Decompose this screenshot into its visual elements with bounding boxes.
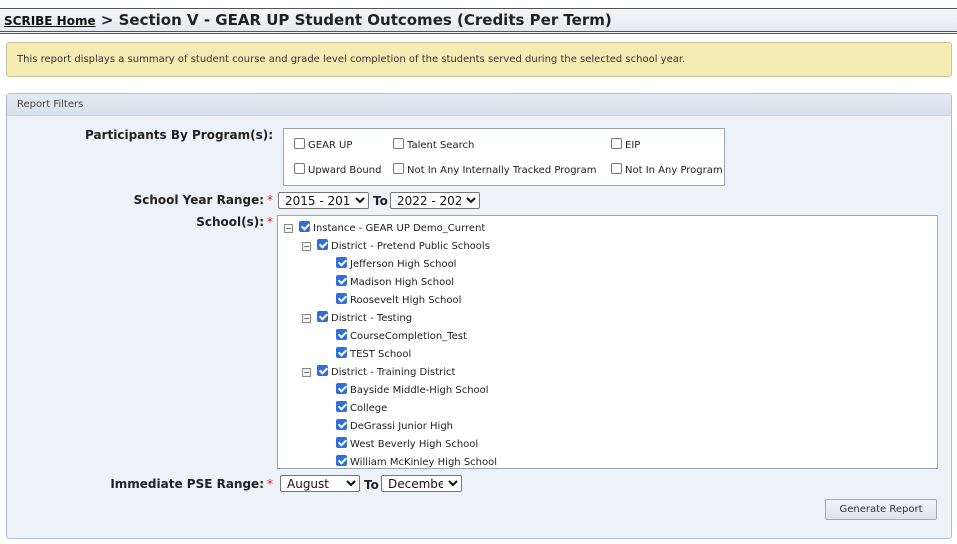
pse-range-label: Immediate PSE Range: * [13,477,273,491]
tree-node-label: Madison High School [350,277,455,288]
generate-report-button[interactable]: Generate Report [825,499,937,520]
program-option-label: Talent Search [407,140,475,151]
program-option-label: Not In Any Program [625,165,723,176]
tree-node-school[interactable]: CourseCompletion_Test [336,329,467,342]
tree-node-label: College [350,403,388,414]
collapse-icon[interactable]: − [302,314,311,323]
tree-node-school[interactable]: William McKinley High School [336,455,497,468]
programs-label-text: Participants By Program(s): [85,128,273,142]
tree-node-label: TEST School [350,349,412,360]
tree-node-district[interactable]: − District - Training District [302,365,455,378]
tree-node-school[interactable]: DeGrassi Junior High [336,419,453,432]
checkbox[interactable] [336,347,347,358]
tree-node-label: Instance - GEAR UP Demo_Current [313,223,486,234]
collapse-icon[interactable]: − [284,224,293,233]
checkbox[interactable] [611,138,622,149]
checkbox[interactable] [336,455,347,466]
school-year-to-select[interactable]: 2022 - 2023 [390,192,480,209]
pse-to-label: To [364,478,379,492]
programs-checkbox-group: GEAR UP Talent Search EIP Upward Bound N… [283,128,725,186]
collapse-icon[interactable]: − [302,242,311,251]
page-title: Section V - GEAR UP Student Outcomes (Cr… [118,11,612,29]
program-option-gear-up[interactable]: GEAR UP [294,138,352,151]
checkbox[interactable] [336,257,347,268]
checkbox[interactable] [336,401,347,412]
checkbox[interactable] [393,138,404,149]
tree-node-label: District - Training District [331,367,456,378]
program-option-label: EIP [625,140,641,151]
school-year-label-text: School Year Range: [133,193,264,207]
panel-header: Report Filters [7,94,951,116]
pse-from-select[interactable]: August [280,475,360,492]
home-link[interactable]: SCRIBE Home [4,14,96,28]
tree-node-school[interactable]: Roosevelt High School [336,293,461,306]
program-option-eip[interactable]: EIP [611,138,640,151]
pse-to-select[interactable]: December [381,475,462,492]
report-description: This report displays a summary of studen… [6,42,952,77]
tree-node-instance[interactable]: − Instance - GEAR UP Demo_Current [284,221,485,234]
tree-node-label: DeGrassi Junior High [350,421,454,432]
tree-node-school[interactable]: Jefferson High School [336,257,456,270]
program-option-label: Upward Bound [308,165,382,176]
school-year-from-select[interactable]: 2015 - 2016 [278,192,369,209]
panel-title: Report Filters [17,99,84,110]
tree-node-label: Jefferson High School [350,259,457,270]
required-marker: * [267,193,273,207]
tree-node-label: CourseCompletion_Test [350,331,467,342]
tree-node-school[interactable]: College [336,401,387,414]
checkbox[interactable] [317,311,328,322]
checkbox[interactable] [611,163,622,174]
program-option-label: GEAR UP [308,140,353,151]
tree-node-label: District - Testing [331,313,413,324]
pse-range-label-text: Immediate PSE Range: [110,477,264,491]
checkbox[interactable] [336,293,347,304]
programs-label: Participants By Program(s): [13,128,273,142]
program-option-talent-search[interactable]: Talent Search [393,138,474,151]
school-year-to-label: To [373,194,388,208]
tree-node-school[interactable]: West Beverly High School [336,437,478,450]
required-marker: * [267,215,273,229]
report-filters-panel: Report Filters Participants By Program(s… [6,93,952,539]
tree-node-district[interactable]: − District - Pretend Public Schools [302,239,490,252]
breadcrumb-separator: > [95,11,119,29]
program-option-not-tracked[interactable]: Not In Any Internally Tracked Program [393,163,597,176]
schools-label: School(s): * [13,215,273,229]
checkbox[interactable] [336,437,347,448]
report-description-text: This report displays a summary of studen… [17,54,686,65]
program-option-not-in-program[interactable]: Not In Any Program [611,163,723,176]
tree-node-school[interactable]: TEST School [336,347,411,360]
checkbox[interactable] [299,221,310,232]
checkbox[interactable] [294,163,305,174]
checkbox[interactable] [336,419,347,430]
school-year-label: School Year Range: * [13,193,273,207]
program-option-upward-bound[interactable]: Upward Bound [294,163,381,176]
tree-node-school[interactable]: Bayside Middle-High School [336,383,489,396]
page-header: SCRIBE Home > Section V - GEAR UP Studen… [0,8,957,34]
checkbox[interactable] [393,163,404,174]
tree-node-label: District - Pretend Public Schools [331,241,490,252]
checkbox[interactable] [294,138,305,149]
checkbox[interactable] [317,239,328,250]
checkbox[interactable] [336,383,347,394]
tree-node-district[interactable]: − District - Testing [302,311,412,324]
checkbox[interactable] [317,365,328,376]
schools-tree: − Instance - GEAR UP Demo_Current − Distri… [277,215,938,469]
required-marker: * [267,477,273,491]
checkbox[interactable] [336,329,347,340]
checkbox[interactable] [336,275,347,286]
tree-node-label: West Beverly High School [350,439,479,450]
collapse-icon[interactable]: − [302,368,311,377]
tree-node-label: Roosevelt High School [350,295,462,306]
tree-node-school[interactable]: Madison High School [336,275,454,288]
schools-label-text: School(s): [196,215,264,229]
tree-node-label: William McKinley High School [350,457,498,468]
tree-node-label: Bayside Middle-High School [350,385,489,396]
program-option-label: Not In Any Internally Tracked Program [407,165,597,176]
